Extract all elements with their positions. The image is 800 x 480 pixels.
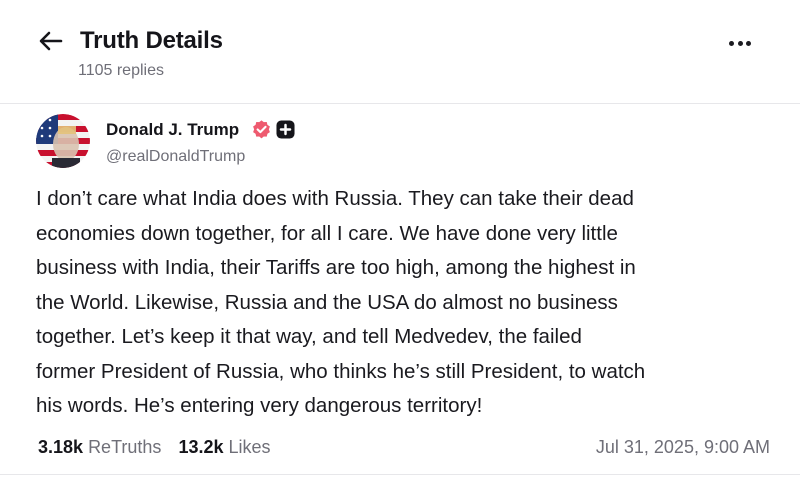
reply-count[interactable]: 1105 replies [78,62,164,80]
author-name[interactable]: Donald J. Trump [106,120,239,140]
post-line: his words. He’s entering very dangerous … [36,394,483,417]
post-line: economies down together, for all I care.… [36,221,618,245]
verified-badge-icon [253,120,270,139]
post-line: business with India, their Tariffs are t… [36,256,636,279]
page-header: Truth Details 1105 replies [0,0,800,104]
avatar[interactable] [36,114,90,168]
likes-label: Likes [228,437,271,457]
likes-count: 13.2k [178,437,224,457]
retruths-count: 3.18k [38,437,84,457]
arrow-left-icon [39,31,63,51]
more-options-button[interactable] [722,30,758,56]
post-text: I don’t care what India does with Russia… [36,182,776,424]
post-line: former President of Russia, who thinks h… [36,359,646,383]
post-line: the World. Likewise, Russia and the USA … [36,290,618,314]
divider [0,474,800,475]
avatar-image [36,114,90,168]
post-timestamp: Jul 31, 2025, 9:00 AM [595,437,770,457]
post-stats: 3.18k ReTruths 13.2k Likes [38,437,271,458]
page-title: Truth Details [80,27,223,54]
back-button[interactable] [36,28,66,54]
author-handle[interactable]: @realDonaldTrump [106,148,245,166]
post-line: I don’t care what India does with Russia… [36,187,634,210]
retruths-label: ReTruths [88,437,162,457]
more-horizontal-icon [728,40,734,46]
retruths-stat[interactable]: 3.18k ReTruths [38,437,161,457]
plus-badge-icon [276,120,295,139]
post-line: together. Let’s keep it that way, and te… [36,325,582,348]
likes-stat[interactable]: 13.2k Likes [178,437,270,457]
